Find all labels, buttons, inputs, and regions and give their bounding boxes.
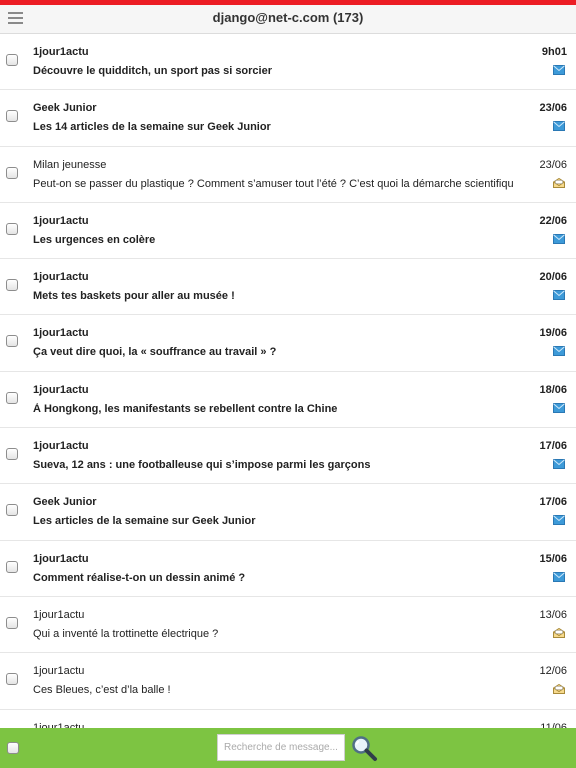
- envelope-closed-icon: [553, 65, 565, 75]
- message-sender: 1jour1actu: [33, 552, 89, 565]
- message-sender: Geek Junior: [33, 496, 97, 509]
- envelope-closed-icon: [553, 346, 565, 357]
- message-list[interactable]: 1jour1actu Découvre le quidditch, un spor…: [0, 34, 576, 728]
- message-sender: Geek Junior: [33, 102, 97, 115]
- search-icon[interactable]: [350, 734, 378, 762]
- message-date: 23/06: [539, 102, 567, 115]
- message-subject: Comment réalise-t-on un dessin animé ?: [33, 571, 246, 584]
- message-sender: 1jour1actu: [33, 214, 89, 227]
- message-row[interactable]: 1jour1actu Sueva, 12 ans : une footballeu…: [0, 428, 576, 485]
- envelope-closed-icon: [553, 515, 565, 526]
- message-row[interactable]: 1jour1actu Qui a inventé la trottinette é…: [0, 596, 576, 654]
- message-date: 17/06: [539, 496, 567, 509]
- message-checkbox[interactable]: [6, 54, 18, 66]
- message-date: 19/06: [539, 327, 567, 340]
- envelope-open-icon: [553, 684, 565, 695]
- message-date: 15/06: [539, 552, 567, 565]
- message-row[interactable]: 1jour1actu Comment réalise-t-on un dessin…: [0, 540, 576, 597]
- message-subject: Peut-on se passer du plastique ? Comment…: [33, 177, 513, 190]
- message-checkbox[interactable]: [6, 335, 18, 348]
- message-subject: Qui a inventé la trottinette électrique …: [33, 627, 219, 640]
- envelope-closed-icon: [553, 290, 565, 301]
- message-checkbox[interactable]: [6, 616, 18, 629]
- message-date: 9h01: [541, 46, 567, 58]
- message-date: 23/06: [539, 158, 567, 171]
- header-bar: django@net-c.com (173): [0, 5, 576, 34]
- envelope-closed-icon: [553, 402, 565, 413]
- message-sender: 1jour1actu: [33, 608, 85, 621]
- message-subject: Les urgences en colère: [33, 233, 156, 246]
- message-row[interactable]: 1jour1actu Ça veut dire quoi, la « souffr…: [0, 315, 576, 372]
- message-sender: 1jour1actu: [33, 327, 89, 340]
- message-row[interactable]: Geek Junior Les articles de la semaine su…: [0, 484, 576, 541]
- envelope-open-icon: [553, 627, 565, 638]
- message-date: 13/06: [539, 608, 567, 621]
- message-checkbox[interactable]: [6, 448, 18, 461]
- message-checkbox[interactable]: [6, 504, 18, 517]
- message-checkbox[interactable]: [6, 166, 18, 179]
- message-sender: 1jour1actu: [33, 46, 89, 58]
- message-sender: 1jour1actu: [33, 383, 89, 396]
- message-date: 22/06: [539, 214, 567, 227]
- message-checkbox[interactable]: [6, 222, 18, 235]
- message-date: 12/06: [539, 665, 567, 678]
- envelope-closed-icon: [553, 121, 565, 132]
- mailbox-title: django@net-c.com (173): [212, 10, 364, 25]
- message-checkbox[interactable]: [6, 110, 18, 123]
- message-checkbox[interactable]: [6, 279, 18, 292]
- footer-bar: [0, 728, 576, 768]
- message-checkbox[interactable]: [6, 673, 18, 686]
- message-row[interactable]: 1jour1actu À Hongkong, les manifestants s…: [0, 371, 576, 429]
- message-subject: Mets tes baskets pour aller au musée !: [33, 290, 235, 303]
- message-row[interactable]: 1jour1actu 11/06: [0, 709, 576, 728]
- message-checkbox[interactable]: [6, 560, 18, 573]
- message-sender: 1jour1actu: [33, 271, 89, 284]
- envelope-open-icon: [553, 177, 565, 188]
- envelope-closed-icon: [553, 233, 565, 244]
- message-row[interactable]: Geek Junior Les 14 articles de la semaine…: [0, 90, 576, 147]
- message-checkbox[interactable]: [6, 391, 18, 404]
- envelope-closed-icon: [553, 459, 565, 470]
- message-subject: À Hongkong, les manifestants se rebellen…: [33, 402, 338, 415]
- search-input[interactable]: [217, 734, 345, 761]
- message-date: 20/06: [539, 271, 567, 284]
- message-date: 17/06: [539, 440, 567, 453]
- message-row[interactable]: 1jour1actu Découvre le quidditch, un spor…: [0, 34, 576, 91]
- message-row[interactable]: Milan jeunesse Peut-on se passer du plast…: [0, 146, 576, 203]
- message-subject: Découvre le quidditch, un sport pas si s…: [33, 65, 273, 77]
- message-sender: 1jour1actu: [33, 440, 89, 453]
- message-subject: Ces Bleues, c’est d’la balle !: [33, 684, 171, 697]
- message-row[interactable]: 1jour1actu Mets tes baskets pour aller au…: [0, 259, 576, 316]
- envelope-closed-icon: [553, 571, 565, 582]
- message-subject: Sueva, 12 ans : une footballeuse qui s’i…: [33, 459, 371, 472]
- message-subject: Ça veut dire quoi, la « souffrance au tr…: [33, 346, 277, 359]
- message-subject: Les articles de la semaine sur Geek Juni…: [33, 515, 256, 528]
- message-row[interactable]: 1jour1actu Ces Bleues, c’est d’la balle !…: [0, 653, 576, 710]
- message-subject: Les 14 articles de la semaine sur Geek J…: [33, 121, 271, 134]
- message-sender: Milan jeunesse: [33, 158, 107, 171]
- message-row[interactable]: 1jour1actu Les urgences en colère 22/06: [0, 202, 576, 260]
- message-sender: 1jour1actu: [33, 665, 85, 678]
- mail-app: django@net-c.com (173) 1jour1actu Découvr…: [0, 0, 576, 768]
- select-all-checkbox[interactable]: [7, 742, 19, 754]
- message-date: 18/06: [539, 383, 567, 396]
